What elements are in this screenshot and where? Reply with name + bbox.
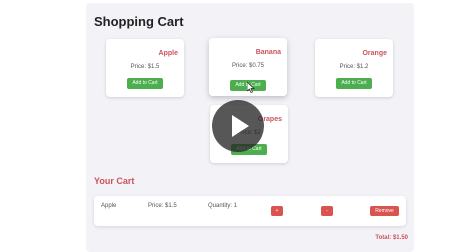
product-name: Apple	[158, 50, 178, 57]
page-title: Shopping Cart	[94, 14, 184, 29]
cart-title: Your Cart	[94, 176, 135, 186]
cart-total: Total: $1.50	[375, 235, 408, 241]
product-card-orange: Orange Price: $1.2 Add to Cart	[315, 39, 393, 97]
add-to-cart-button-apple[interactable]: Add to Cart	[127, 78, 163, 89]
product-card-apple: Apple Price: $1.5 Add to Cart	[106, 39, 184, 97]
page: Shopping Cart Apple Price: $1.5 Add to C…	[0, 0, 474, 252]
add-to-cart-button-orange[interactable]: Add to Cart	[336, 78, 372, 89]
video-play-button[interactable]	[212, 100, 264, 152]
cart-item-quantity: Quantity: 1	[208, 203, 238, 209]
remove-item-button[interactable]: Remove	[370, 206, 399, 216]
increment-quantity-button[interactable]: +	[271, 206, 283, 216]
mouse-cursor-icon	[247, 82, 255, 93]
product-price: Price: $0.75	[231, 63, 265, 69]
play-icon	[232, 115, 249, 137]
cart-item-name: Apple	[101, 203, 117, 209]
product-name: Banana	[255, 49, 281, 56]
cart-item: Apple Price: $1.5 Quantity: 1 + - Remove	[94, 196, 406, 226]
product-price: Price: $1.5	[130, 64, 160, 70]
product-name: Orange	[362, 50, 387, 57]
cart-item-price: Price: $1.5	[148, 203, 177, 209]
decrement-quantity-button[interactable]: -	[321, 206, 333, 216]
product-price: Price: $1.2	[339, 64, 369, 70]
